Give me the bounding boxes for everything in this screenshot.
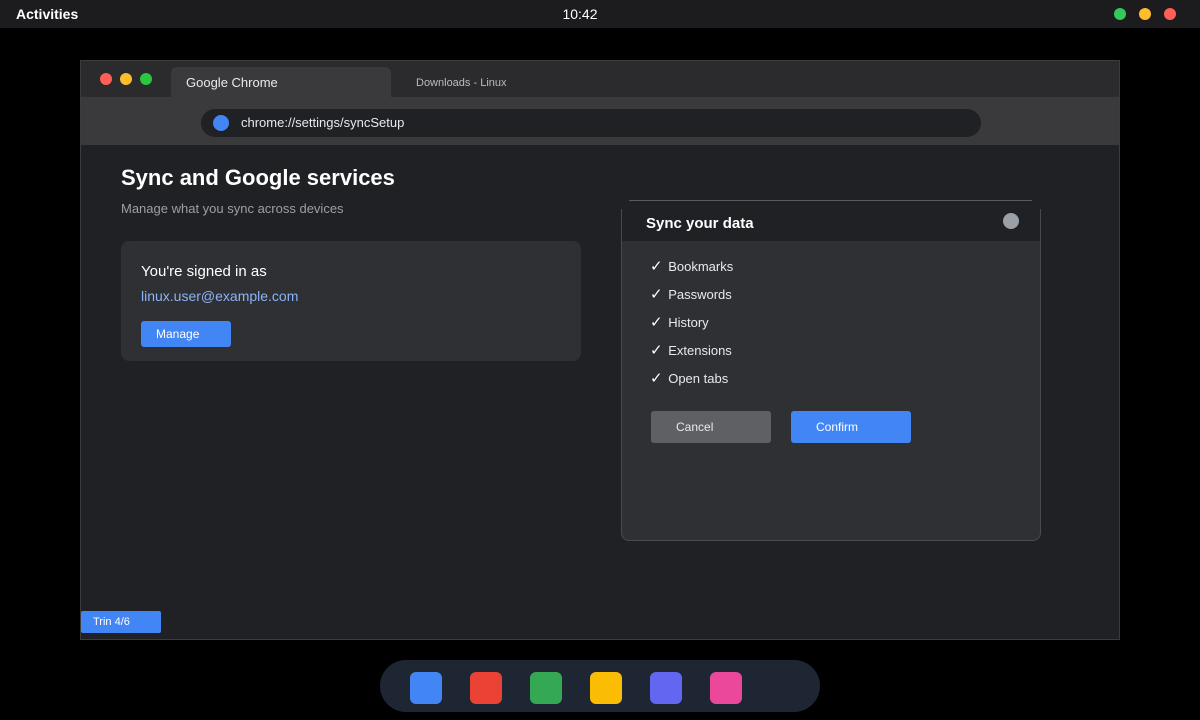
dialog-header: Sync your data: [622, 209, 1040, 241]
maximize-window-button[interactable]: [140, 73, 152, 85]
site-info-icon[interactable]: [213, 115, 229, 131]
dock-app-red-icon[interactable]: [470, 672, 502, 704]
page-title: Sync and Google services: [121, 165, 395, 190]
dock-app-pink-icon[interactable]: [710, 672, 742, 704]
sync-item-passwords[interactable]: ✓ Passwords: [650, 285, 733, 313]
close-window-button[interactable]: [100, 73, 112, 85]
system-top-bar: Activities 10:42: [0, 0, 1200, 28]
check-icon: ✓: [650, 314, 663, 331]
sync-dialog: Sync your data ✓ Bookmarks ✓ Passwords ✓…: [621, 209, 1041, 541]
account-card: You're signed in as linux.user@example.c…: [121, 241, 581, 361]
check-icon: ✓: [650, 258, 663, 275]
step-badge: Trin 4/6: [81, 611, 161, 633]
dock-app-green-icon[interactable]: [530, 672, 562, 704]
dock-app-blue-icon[interactable]: [410, 672, 442, 704]
tab-label: Google Chrome: [186, 75, 278, 90]
check-icon: ✓: [650, 370, 663, 387]
minimize-window-button[interactable]: [120, 73, 132, 85]
dock-app-indigo-icon[interactable]: [650, 672, 682, 704]
close-icon[interactable]: [1003, 213, 1019, 229]
sync-item-label: Bookmarks: [668, 259, 734, 274]
dialog-top-border: [629, 200, 1032, 201]
signed-in-label: You're signed in as: [141, 263, 267, 280]
network-status-icon[interactable]: [1114, 8, 1126, 20]
dialog-title: Sync your data: [646, 215, 754, 232]
account-email: linux.user@example.com: [141, 288, 299, 304]
power-status-icon[interactable]: [1164, 8, 1176, 20]
sync-item-label: Extensions: [668, 343, 732, 358]
tab-label: Downloads - Linux: [416, 77, 507, 89]
manage-account-button[interactable]: Manage: [141, 321, 231, 347]
sync-item-label: Open tabs: [668, 371, 729, 386]
cancel-button[interactable]: Cancel: [651, 411, 771, 443]
confirm-button[interactable]: Confirm: [791, 411, 911, 443]
tab-downloads-linux[interactable]: Downloads - Linux: [416, 77, 507, 89]
browser-window: Google Chrome Downloads - Linux chrome:/…: [80, 60, 1120, 640]
sync-item-label: History: [668, 315, 709, 330]
address-url: chrome://settings/syncSetup: [241, 115, 405, 130]
sync-item-label: Passwords: [668, 287, 732, 302]
sync-options-list: ✓ Bookmarks ✓ Passwords ✓ History ✓ Exte…: [650, 257, 733, 397]
dock-app-yellow-icon[interactable]: [590, 672, 622, 704]
sync-item-extensions[interactable]: ✓ Extensions: [650, 341, 733, 369]
volume-status-icon[interactable]: [1139, 8, 1151, 20]
tab-google-chrome[interactable]: Google Chrome: [171, 67, 391, 97]
dock: [380, 660, 820, 712]
page-subtitle: Manage what you sync across devices: [121, 201, 344, 216]
sync-item-bookmarks[interactable]: ✓ Bookmarks: [650, 257, 733, 285]
title-bar: Google Chrome Downloads - Linux: [81, 61, 1119, 97]
clock[interactable]: 10:42: [0, 6, 1160, 22]
browser-toolbar: chrome://settings/syncSetup: [81, 97, 1119, 145]
check-icon: ✓: [650, 286, 663, 303]
sync-item-history[interactable]: ✓ History: [650, 313, 733, 341]
address-bar[interactable]: chrome://settings/syncSetup: [201, 109, 981, 137]
sync-item-open-tabs[interactable]: ✓ Open tabs: [650, 369, 733, 397]
check-icon: ✓: [650, 342, 663, 359]
